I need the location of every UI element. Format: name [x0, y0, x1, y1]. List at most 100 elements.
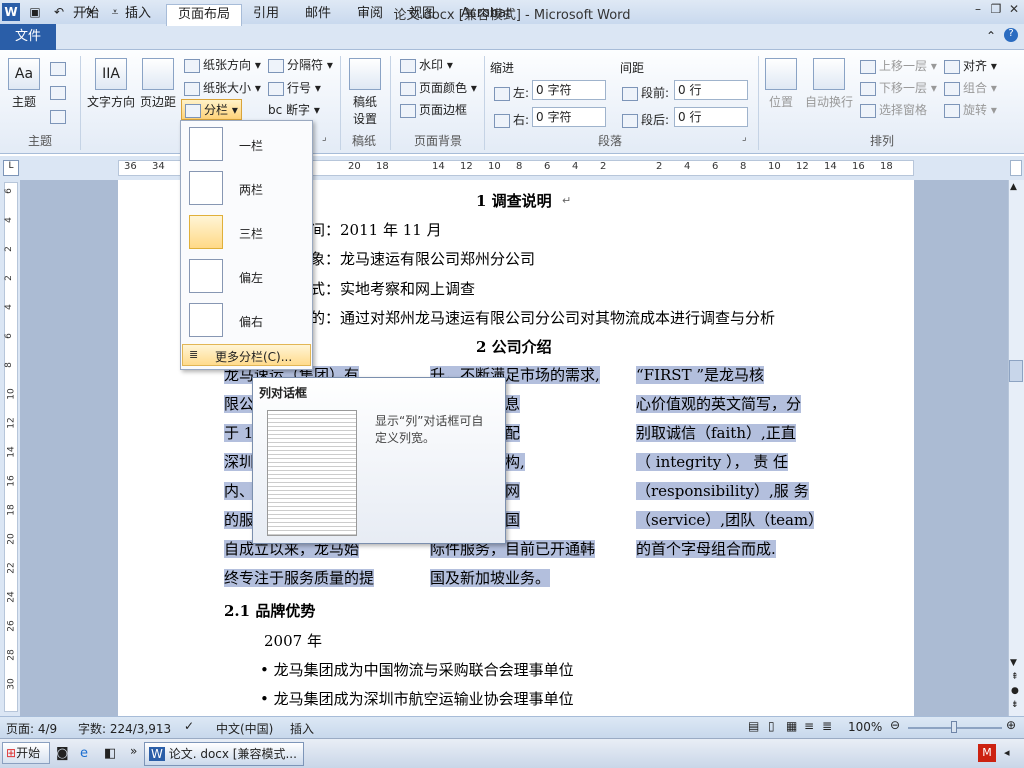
- scroll-thumb[interactable]: [1009, 360, 1023, 382]
- tab-view[interactable]: 视图: [398, 4, 446, 26]
- quicklaunch-icon-3[interactable]: ◧: [104, 746, 116, 761]
- zoom-in-icon[interactable]: ⊕: [1006, 718, 1016, 732]
- draft-settings-icon: [349, 58, 381, 90]
- indent-right-spinner[interactable]: 0 字符: [532, 107, 606, 127]
- orientation-label: 纸张方向: [203, 58, 252, 72]
- themes-button[interactable]: Aa 主题: [6, 58, 42, 110]
- menu-item-left[interactable]: 偏左: [185, 257, 309, 297]
- ruler-number: 2: [656, 161, 663, 172]
- proofing-icon[interactable]: ✓: [184, 719, 194, 733]
- spacing-before-label: 段前:: [622, 84, 669, 101]
- zoom-out-icon[interactable]: ⊖: [890, 718, 900, 732]
- align-button[interactable]: 对齐 ▾: [944, 57, 997, 74]
- tab-home[interactable]: 开始: [62, 4, 110, 26]
- ribbon-collapse-icon[interactable]: ⌃: [986, 29, 996, 43]
- orientation-button[interactable]: 纸张方向 ▾: [184, 56, 261, 73]
- size-button[interactable]: 纸张大小 ▾: [184, 79, 261, 96]
- ruler-number: 14: [432, 161, 445, 172]
- taskbar-word-window[interactable]: W 论文. docx [兼容模式...: [144, 742, 304, 766]
- vertical-scrollbar[interactable]: [1008, 180, 1024, 716]
- ruler-number: 6: [544, 161, 551, 172]
- menu-item-two-columns[interactable]: 两栏: [185, 169, 309, 209]
- theme-fonts-icon[interactable]: [50, 86, 66, 100]
- send-backward-button[interactable]: 下移一层 ▾: [860, 79, 937, 96]
- watermark-button[interactable]: 水印 ▾: [400, 56, 453, 73]
- page-color-button[interactable]: 页面颜色 ▾: [400, 79, 477, 96]
- hyphenation-button[interactable]: bc 断字 ▾: [268, 101, 320, 118]
- text-direction-icon: IIA: [95, 58, 127, 90]
- spacing-before-spinner[interactable]: 0 行: [674, 80, 748, 100]
- ruler-number: 12: [796, 161, 809, 172]
- view-ruler-icon[interactable]: [1010, 160, 1022, 176]
- prev-page-icon[interactable]: ⇞: [1011, 672, 1019, 682]
- position-button[interactable]: 位置: [764, 58, 798, 110]
- paragraph-dialog-launcher-icon[interactable]: ⌟: [742, 132, 747, 143]
- status-language[interactable]: 中文(中国): [216, 720, 273, 737]
- draft-view-icon[interactable]: ≣: [822, 719, 832, 733]
- tab-insert[interactable]: 插入: [114, 4, 162, 26]
- doc-line-target: 象：龙马速运有限公司郑州分公司: [310, 250, 536, 268]
- status-page[interactable]: 页面: 4/9: [6, 720, 57, 737]
- wrap-text-label: 自动换行: [804, 95, 853, 109]
- select-browse-object-icon[interactable]: ●: [1011, 686, 1019, 696]
- scroll-down-icon[interactable]: ▼: [1010, 658, 1017, 668]
- theme-effects-icon[interactable]: [50, 110, 66, 124]
- tray-expand-icon[interactable]: ◂: [1004, 746, 1010, 759]
- tab-review[interactable]: 审阅: [346, 4, 394, 26]
- ie-icon[interactable]: e: [80, 746, 88, 761]
- draft-settings-label-1: 稿纸: [352, 95, 377, 109]
- zoom-slider-thumb[interactable]: [951, 721, 957, 733]
- quicklaunch-icon-1[interactable]: ◙: [56, 746, 69, 761]
- bring-forward-button[interactable]: 上移一层 ▾: [860, 57, 937, 74]
- draft-settings-button[interactable]: 稿纸 设置: [348, 58, 382, 127]
- hyphenation-icon: bc: [268, 103, 283, 117]
- tab-file[interactable]: 文件: [0, 24, 56, 50]
- theme-colors-icon[interactable]: [50, 62, 66, 76]
- rotate-button[interactable]: 旋转 ▾: [944, 101, 997, 118]
- bullet-item-2: • 龙马集团成为深圳市航空运输业协会理事单位: [260, 690, 574, 708]
- scroll-up-icon[interactable]: ▲: [1010, 182, 1017, 192]
- ruler-number: 10: [768, 161, 781, 172]
- doc-line-time: 间：2011 年 11 月: [310, 221, 442, 239]
- print-layout-icon[interactable]: ▤: [748, 719, 759, 733]
- page-setup-dialog-launcher-icon[interactable]: ⌟: [322, 132, 327, 143]
- menu-item-three-columns[interactable]: 三栏: [185, 213, 309, 253]
- selection-pane-button[interactable]: 选择窗格: [860, 101, 927, 118]
- spacing-after-label: 段后:: [622, 111, 669, 128]
- tab-mailings[interactable]: 邮件: [294, 4, 342, 26]
- breaks-button[interactable]: 分隔符 ▾: [268, 56, 333, 73]
- close-icon[interactable]: ✕: [1006, 2, 1022, 18]
- restore-icon[interactable]: ❐: [988, 2, 1004, 18]
- line-numbers-button[interactable]: 行号 ▾: [268, 79, 321, 96]
- start-button[interactable]: ⊞开始: [2, 742, 50, 764]
- column-line: （ integrity ）， 责 任: [636, 453, 789, 471]
- columns-button[interactable]: 分栏 ▾: [181, 99, 242, 120]
- tab-acrobat[interactable]: Acrobat: [450, 4, 522, 26]
- menu-item-one-column[interactable]: 一栏: [185, 125, 309, 165]
- quicklaunch-more-icon[interactable]: »: [130, 744, 137, 758]
- tray-app-icon[interactable]: M: [978, 744, 996, 762]
- group-objects-button[interactable]: 组合 ▾: [944, 79, 997, 96]
- outline-icon[interactable]: ≡: [804, 719, 814, 733]
- help-icon[interactable]: ?: [1004, 28, 1018, 42]
- full-screen-reading-icon[interactable]: ▯: [768, 719, 775, 733]
- text-direction-button[interactable]: IIA 文字方向: [86, 58, 136, 110]
- status-words[interactable]: 字数: 224/3,913: [78, 720, 171, 737]
- more-columns-menu-item[interactable]: ≣ 更多分栏(C)...: [182, 344, 311, 366]
- menu-item-right[interactable]: 偏右: [185, 301, 309, 341]
- zoom-level[interactable]: 100%: [848, 720, 882, 734]
- next-page-icon[interactable]: ⇟: [1011, 700, 1019, 710]
- web-layout-icon[interactable]: ▦: [786, 719, 797, 733]
- line-numbers-icon: [268, 81, 284, 96]
- page-border-button[interactable]: 页面边框: [400, 101, 467, 118]
- text-direction-label: 文字方向: [86, 95, 135, 109]
- status-insert-mode[interactable]: 插入: [290, 720, 314, 737]
- tab-selector-icon[interactable]: L: [3, 160, 19, 176]
- indent-left-spinner[interactable]: 0 字符: [532, 80, 606, 100]
- tab-references[interactable]: 引用: [242, 4, 290, 26]
- margins-button[interactable]: 页边距: [138, 58, 178, 110]
- tab-page-layout[interactable]: 页面布局: [166, 4, 243, 26]
- spacing-after-spinner[interactable]: 0 行: [674, 107, 748, 127]
- wrap-text-button[interactable]: 自动换行: [804, 58, 854, 110]
- minimize-icon[interactable]: –: [970, 2, 986, 18]
